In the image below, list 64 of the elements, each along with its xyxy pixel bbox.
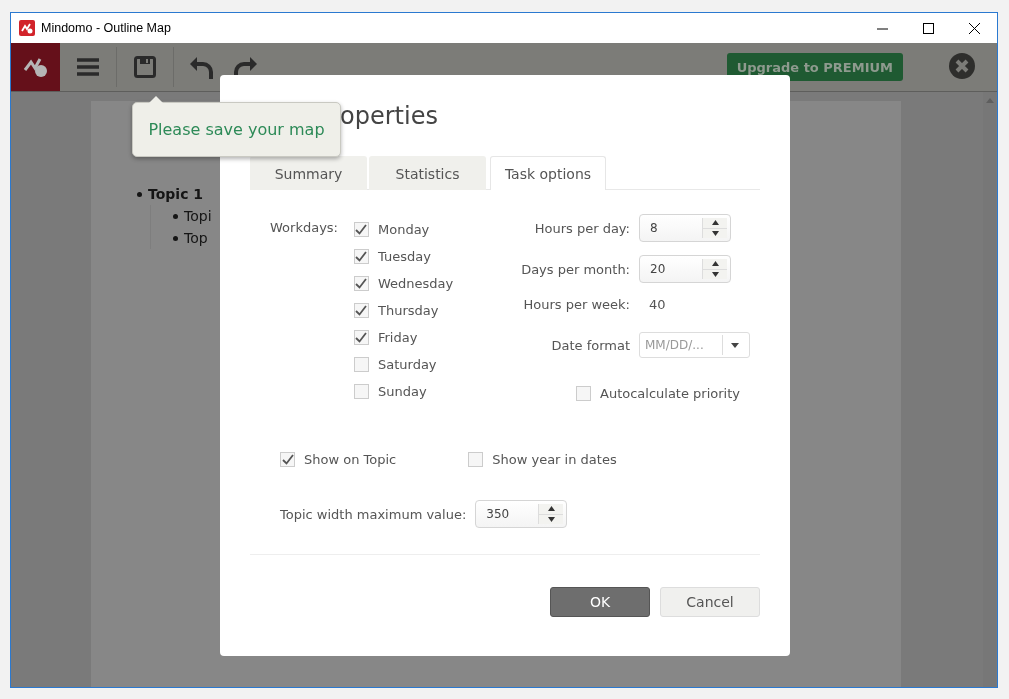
checkbox-label: Show year in dates	[492, 451, 617, 467]
bullet-icon	[173, 235, 178, 241]
field-label: Topic width maximum value:	[280, 506, 467, 522]
checkbox-label: Show on Topic	[304, 451, 397, 467]
close-icon	[968, 22, 980, 34]
checkbox[interactable]	[354, 248, 369, 264]
cancel-button[interactable]: Cancel	[660, 587, 760, 617]
app-logo[interactable]	[11, 43, 60, 91]
decrement-button[interactable]	[703, 268, 727, 279]
topic-text[interactable]: Topic 1	[148, 186, 204, 202]
checkbox[interactable]	[354, 275, 369, 291]
caret-down-icon	[731, 342, 739, 348]
checkbox[interactable]	[468, 451, 484, 467]
maximize-icon	[922, 22, 934, 34]
tab[interactable]: Summary	[250, 156, 367, 190]
field-label: Workdays:	[270, 220, 338, 237]
dialog-title: operties	[340, 101, 439, 132]
decrement-button[interactable]	[703, 227, 727, 238]
hours-per-day-field[interactable]: 8	[639, 214, 731, 242]
caret-down-icon	[547, 516, 555, 522]
bullet-icon	[137, 191, 142, 197]
decrement-button[interactable]	[539, 513, 564, 524]
undo-icon	[189, 55, 215, 79]
checkbox[interactable]	[576, 385, 591, 401]
checkbox[interactable]	[354, 356, 369, 372]
days-per-month-field[interactable]: 20	[639, 255, 731, 283]
checkbox-label: Wednesday	[378, 275, 454, 291]
checkbox[interactable]	[280, 451, 295, 467]
topic-text[interactable]: Topi	[184, 208, 212, 224]
checkbox[interactable]	[354, 383, 369, 399]
checkbox-label: Sunday	[378, 383, 427, 399]
checkbox[interactable]	[354, 221, 369, 237]
caret-down-icon	[711, 271, 719, 277]
ok-button[interactable]: OK	[550, 587, 650, 617]
number-input[interactable]: 350	[476, 501, 539, 527]
checkbox-label: Thursday	[378, 302, 439, 318]
increment-button[interactable]	[703, 218, 727, 228]
checkbox-label: Autocalculate priority	[600, 385, 740, 401]
tooltip-text: Please save your map	[148, 120, 325, 139]
checkbox-label: Friday	[378, 329, 418, 345]
bullet-icon	[173, 213, 178, 219]
close-icon[interactable]	[947, 52, 977, 82]
increment-button[interactable]	[703, 259, 727, 269]
checkbox-label: Tuesday	[378, 248, 431, 264]
field-label: Date format	[550, 337, 630, 353]
tab[interactable]: Statistics	[369, 156, 486, 190]
caret-down-icon	[711, 230, 719, 236]
checkbox[interactable]	[354, 302, 369, 318]
number-input[interactable]: 20	[640, 256, 702, 282]
checkbox[interactable]	[354, 329, 369, 345]
topic-width-field[interactable]: 350	[475, 500, 568, 528]
field-label: Hours per day:	[533, 220, 630, 236]
hours-per-week-value: 40	[648, 297, 667, 312]
checkbox-label: Monday	[378, 221, 430, 237]
window-title: Mindomo - Outline Map	[41, 21, 172, 35]
checkbox-label: Saturday	[378, 356, 437, 372]
increment-button[interactable]	[539, 504, 564, 514]
app-logo-icon	[19, 20, 35, 36]
field-label: Hours per week:	[522, 297, 630, 312]
field-label: Days per month:	[520, 261, 630, 277]
tab[interactable]: Task options	[490, 156, 606, 190]
topic-text[interactable]: Top	[184, 230, 208, 246]
menu-icon	[77, 58, 99, 76]
number-input[interactable]: 8	[640, 215, 702, 241]
